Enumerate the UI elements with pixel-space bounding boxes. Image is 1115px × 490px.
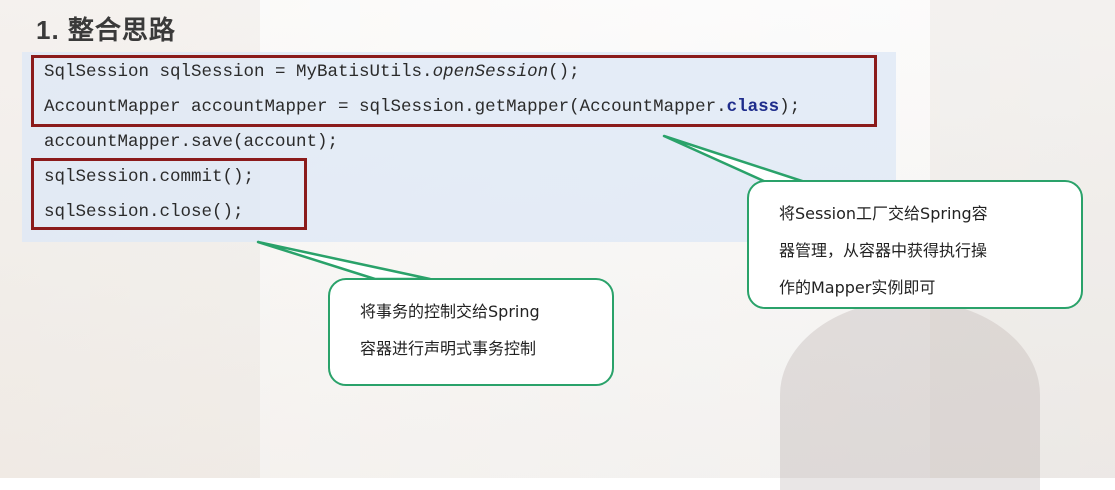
- callout-pointer-factory: [662, 134, 807, 184]
- callout-factory-line-1: 将Session工厂交给Spring容: [779, 204, 988, 223]
- callout-factory-line-2: 器管理，从容器中获得执行操: [779, 241, 988, 260]
- callout-pointer-transaction: [256, 240, 432, 281]
- callout-factory-line-3: 作的Mapper实例即可: [779, 278, 936, 297]
- callout-session-factory: 将Session工厂交给Spring容 器管理，从容器中获得执行操 作的Mapp…: [747, 180, 1083, 309]
- callout-transaction-line-1: 将事务的控制交给Spring: [360, 302, 540, 321]
- callout-transaction-line-2: 容器进行声明式事务控制: [360, 339, 537, 358]
- callout-transaction: 将事务的控制交给Spring 容器进行声明式事务控制: [328, 278, 614, 386]
